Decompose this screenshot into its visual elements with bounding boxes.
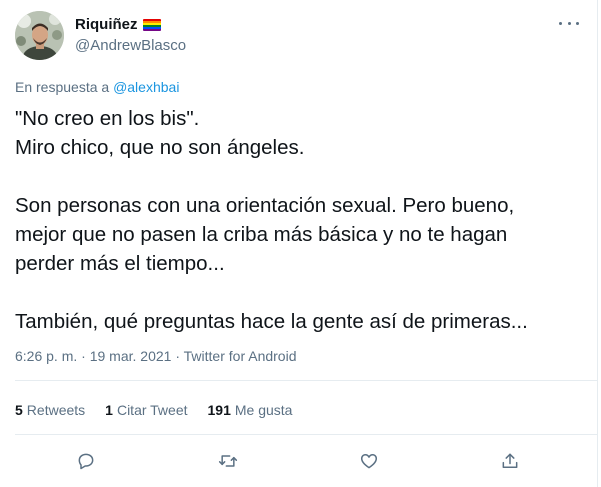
tweet-source-link[interactable]: Twitter for Android [184, 348, 297, 364]
tweet-stats: 5 Retweets 1 Citar Tweet 191 Me gusta [15, 402, 292, 418]
reply-mention-link[interactable]: @alexhbai [113, 79, 179, 95]
likes-stat[interactable]: 191 Me gusta [208, 402, 293, 418]
tweet-line: Son personas con una orientación sexual.… [15, 194, 515, 217]
more-icon[interactable] [559, 17, 579, 29]
tweet-line: "No creo en los bis". [15, 107, 200, 130]
reply-context: En respuesta a @alexhbai [15, 79, 179, 95]
tweet-card: Riquiñez @AndrewBlasco En respuesta a @a… [0, 0, 598, 487]
quotes-stat[interactable]: 1 Citar Tweet [105, 402, 187, 418]
reply-icon[interactable] [73, 448, 99, 474]
share-icon[interactable] [497, 448, 523, 474]
tweet-line: Miro chico, que no son ángeles. [15, 136, 305, 159]
tweet-text: "No creo en los bis". Miro chico, que no… [15, 104, 590, 336]
meta-separator: · [175, 348, 181, 364]
tweet-meta: 6:26 p. m. · 19 mar. 2021 · Twitter for … [15, 348, 296, 364]
avatar[interactable] [15, 11, 64, 60]
tweet-date-link[interactable]: 19 mar. 2021 [90, 348, 172, 364]
retweets-stat[interactable]: 5 Retweets [15, 402, 85, 418]
user-handle[interactable]: @AndrewBlasco [75, 37, 186, 54]
heart-icon[interactable] [356, 448, 382, 474]
divider [15, 434, 597, 435]
retweet-icon[interactable] [215, 448, 241, 474]
tweet-line: También, qué preguntas hace la gente así… [15, 310, 528, 333]
display-name-row[interactable]: Riquiñez [75, 16, 161, 33]
tweet-actions [0, 448, 598, 474]
divider [15, 380, 597, 381]
avatar-image [15, 11, 64, 60]
rainbow-flag-icon [142, 18, 161, 31]
tweet-line: mejor que no pasen la criba más básica y… [15, 223, 508, 246]
display-name[interactable]: Riquiñez [75, 16, 138, 33]
meta-separator: · [81, 348, 86, 364]
tweet-time-link[interactable]: 6:26 p. m. [15, 348, 77, 364]
tweet-line: perder más el tiempo... [15, 252, 225, 275]
reply-prefix: En respuesta a [15, 79, 110, 95]
